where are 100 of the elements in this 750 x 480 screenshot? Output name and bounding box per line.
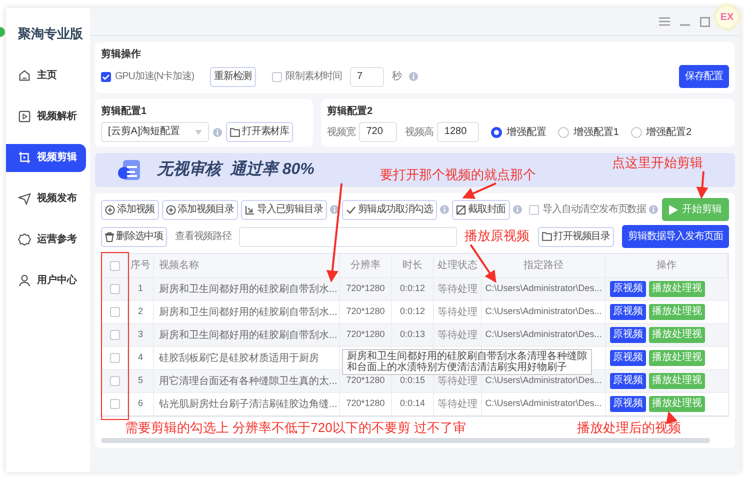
select-field[interactable]: [云剪A]淘短配置: [101, 122, 209, 142]
delete-button[interactable]: 删除选中项: [101, 226, 168, 246]
tooltip: 厨房和卫生间都好用的硅胶刷自带刮水条清理各种缝隙和台面上的水渍特别方便清洁清洁刷实用好物刷子: [342, 349, 592, 375]
sidebar-item[interactable]: 主页: [6, 62, 86, 90]
toolbar-button[interactable]: 添加视频目录: [162, 200, 238, 220]
play-video-button[interactable]: 原视频: [610, 396, 646, 412]
column-header: 视频名称: [154, 254, 340, 277]
table-cell-text: 2: [138, 305, 143, 318]
input-field[interactable]: 1280: [437, 122, 480, 142]
plus-circle-icon: [105, 204, 115, 214]
section-title: 剪辑配置1: [101, 104, 148, 119]
play-video-button[interactable]: 原视频: [610, 281, 646, 297]
table-cell-text: 钻光肌厨房灶台刷子清洁刷硅胶边角缝...: [159, 398, 338, 412]
table-cell-text: 4: [138, 351, 143, 364]
table-cell-text: 厨房和卫生间都好用的硅胶刷自带刮水...: [159, 282, 338, 296]
crop-icon: [456, 204, 466, 214]
play-video-button[interactable]: 原视频: [610, 327, 646, 343]
info-icon: [649, 205, 658, 214]
table-cell-text: 0:0:12: [400, 305, 426, 318]
annotation-text: 需要剪辑的勾选上 分辨率不低于720以下的不要剪 过不了审: [125, 421, 466, 436]
recheck-button[interactable]: 重新检测: [210, 66, 256, 86]
play-icon: [669, 204, 678, 214]
column-header: 分辨率: [340, 254, 392, 277]
table-cell-text: 0:0:14: [400, 397, 426, 410]
radio-option[interactable]: 增强配置1: [558, 124, 619, 140]
table-cell-text: 厨房和卫生间都好用的硅胶刷自带刮水...: [159, 328, 338, 342]
sidebar-item[interactable]: 视频剪辑: [6, 144, 86, 172]
column-header: 操作: [606, 254, 728, 277]
table-cell-text: 厨房和卫生间都好用的硅胶刷自带刮水...: [159, 306, 338, 320]
table-cell-text: 720*1280: [346, 374, 385, 388]
checkbox-label: 导入自动清空发布页数据: [542, 202, 646, 217]
toolbar-button[interactable]: 截取封面: [452, 200, 510, 220]
arrow: [462, 182, 496, 199]
section-title: 剪辑配置2: [327, 104, 374, 119]
open-library-button[interactable]: 打开素材库: [226, 122, 294, 142]
checkmark-icon: [346, 204, 356, 214]
table-cell-text: 1: [138, 282, 143, 296]
input-field[interactable]: 720: [359, 122, 398, 142]
scrollbar[interactable]: [101, 438, 710, 444]
toolbar-button[interactable]: 导入已剪辑目录: [241, 200, 327, 220]
checkbox[interactable]: [101, 72, 111, 82]
sidebar-item[interactable]: 用户中心: [6, 266, 86, 294]
table-cell-text: C:\Users\Administrator\Des...: [485, 305, 602, 318]
user-icon: [18, 274, 31, 287]
table-cell-text: 等待处理: [438, 282, 478, 296]
crop-icon: [18, 151, 31, 164]
sidebar-item[interactable]: 视频解析: [6, 102, 86, 130]
table-cell-text: 等待处理: [438, 374, 478, 388]
folder-icon: [542, 232, 552, 241]
radio-option[interactable]: 增强配置2: [630, 124, 692, 140]
table-cell-text: 5: [138, 374, 143, 388]
table-cell-text: 0:0:15: [400, 374, 426, 388]
sidebar-item[interactable]: 运营参考: [6, 226, 86, 254]
paper-plane-icon: [18, 192, 31, 205]
save-button[interactable]: 保存配置: [679, 65, 729, 88]
open-folder-button[interactable]: 打开视频目录: [538, 226, 614, 246]
table-cell-text: C:\Users\Administrator\Des...: [485, 328, 602, 342]
table-cell-text: 720*1280: [346, 328, 385, 342]
table-cell-text: 720*1280: [346, 397, 385, 410]
table-cell-text: 用它清理台面还有各种缝隙卫生真的太...: [159, 374, 338, 388]
table-cell-text: C:\Users\Administrator\Des...: [485, 374, 602, 388]
table-cell-text: C:\Users\Administrator\Des...: [485, 282, 602, 296]
import-publish-button[interactable]: 剪辑数据导入发布页面: [622, 225, 729, 248]
info-icon: [409, 72, 418, 81]
checkbox-label: GPU加速(N卡加速): [115, 70, 194, 84]
annotation-text: 播放原视频: [464, 229, 530, 244]
path-field[interactable]: [239, 226, 457, 246]
maximize-icon[interactable]: [700, 16, 710, 26]
field-label: 视频宽: [327, 126, 356, 140]
section-title: 剪辑操作: [101, 48, 142, 62]
field-label: 查看视频路径: [175, 230, 232, 244]
table-cell-text: 0:0:12: [400, 282, 426, 296]
toolbar-button[interactable]: 剪辑成功取消勾选: [342, 200, 438, 220]
play-icon: [18, 110, 31, 123]
menu-icon[interactable]: [659, 17, 670, 26]
table-cell-text: 6: [138, 397, 143, 410]
checkbox-label: 限制素材时间: [286, 70, 342, 84]
toolbar-button[interactable]: 添加视频: [101, 200, 159, 220]
column-header: 处理状态: [434, 254, 482, 277]
table-cell-text: 720*1280: [346, 282, 385, 296]
table-cell-text: C:\Users\Administrator\Des...: [485, 397, 602, 410]
annotation-text: 点这里开始剪辑: [612, 156, 703, 170]
play-video-button[interactable]: 原视频: [610, 373, 646, 389]
column-header: 指定路径: [482, 254, 606, 277]
home-icon: [18, 69, 31, 82]
table-cell-text: 等待处理: [438, 328, 478, 342]
table-cell-text: 等待处理: [438, 306, 478, 320]
sidebar-item[interactable]: 视频发布: [6, 184, 86, 212]
badge-icon: [18, 233, 31, 246]
import-icon: [245, 204, 256, 214]
table-cell-text: 等待处理: [438, 398, 478, 412]
play-video-button[interactable]: 原视频: [610, 304, 646, 320]
radio-option[interactable]: 增强配置: [491, 124, 546, 140]
play-video-button[interactable]: 原视频: [610, 350, 646, 366]
plus-circle-icon: [166, 204, 176, 214]
table-cell-text: 720*1280: [346, 305, 385, 318]
input-field[interactable]: 7: [350, 66, 384, 86]
annotation-text: 播放处理后的视频: [577, 421, 681, 436]
app-title: 聚淘专业版: [17, 25, 84, 43]
table-cell-text: 0:0:13: [400, 328, 426, 342]
